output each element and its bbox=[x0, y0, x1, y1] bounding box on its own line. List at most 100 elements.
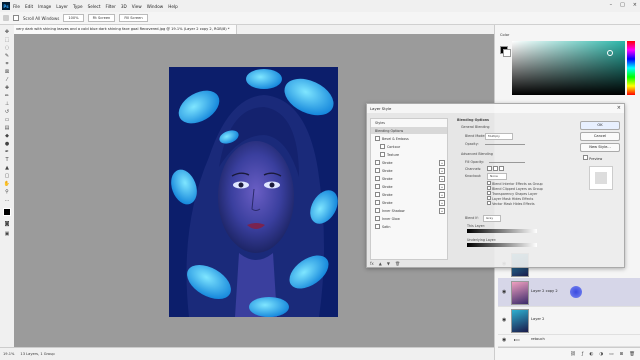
hand-tool-preset-icon[interactable] bbox=[3, 15, 9, 21]
fx-label[interactable]: fx bbox=[370, 261, 374, 266]
channel-checkboxes[interactable] bbox=[487, 166, 505, 172]
menu-image[interactable]: Image bbox=[38, 4, 51, 9]
brush-tool-icon[interactable]: ✏ bbox=[3, 93, 11, 99]
style-checkbox[interactable] bbox=[375, 224, 380, 230]
add-style-icon[interactable]: + bbox=[439, 176, 445, 182]
app-logo[interactable]: Ps bbox=[2, 2, 10, 10]
close-icon[interactable]: × bbox=[617, 105, 621, 111]
style-checkbox[interactable] bbox=[375, 192, 380, 198]
type-tool-icon[interactable]: T bbox=[3, 157, 11, 163]
underlying-layer-gradient[interactable] bbox=[467, 243, 537, 247]
menu-file[interactable]: File bbox=[13, 4, 20, 9]
opacity-slider[interactable] bbox=[485, 144, 525, 145]
trash-icon[interactable]: 🗑 bbox=[629, 352, 635, 357]
zoom-level[interactable]: 19.1% bbox=[3, 352, 14, 356]
style-checkbox[interactable] bbox=[375, 176, 380, 182]
layer-name[interactable]: Layer 2 bbox=[531, 317, 544, 321]
style-checkbox[interactable] bbox=[375, 200, 380, 206]
adjustment-layer-icon[interactable]: ◑ bbox=[599, 352, 603, 357]
menu-help[interactable]: Help bbox=[168, 4, 178, 9]
fx-icon[interactable]: ƒ bbox=[582, 352, 584, 357]
style-item[interactable]: Contour bbox=[371, 143, 447, 150]
style-item[interactable]: Stroke + bbox=[371, 175, 447, 182]
marquee-tool-icon[interactable]: ⬚ bbox=[3, 37, 11, 43]
path-select-tool-icon[interactable]: ▲ bbox=[3, 165, 11, 171]
blend-mode-select[interactable]: Multiply bbox=[485, 133, 513, 140]
color-picker-field[interactable] bbox=[512, 41, 625, 95]
frame-tool-icon[interactable]: ⊠ bbox=[3, 69, 11, 75]
new-layer-icon[interactable]: ⊞ bbox=[620, 352, 624, 357]
layer-name[interactable]: Layer 2 copy 2 bbox=[531, 289, 558, 293]
style-item[interactable]: Bevel & Emboss bbox=[371, 135, 447, 142]
preview-checkbox[interactable]: Preview bbox=[583, 155, 602, 161]
zoom-tool-icon[interactable]: ⚲ bbox=[3, 189, 11, 195]
eraser-tool-icon[interactable]: ▭ bbox=[3, 117, 11, 123]
color-swatch-icon[interactable] bbox=[500, 46, 511, 57]
style-item[interactable]: Stroke + bbox=[371, 167, 447, 174]
menu-view[interactable]: View bbox=[132, 4, 142, 9]
style-checkbox[interactable] bbox=[375, 160, 380, 166]
dodge-tool-icon[interactable]: ● bbox=[3, 141, 11, 147]
menu-select[interactable]: Select bbox=[88, 4, 101, 9]
style-checkbox[interactable] bbox=[375, 216, 380, 222]
layer-group-row[interactable]: ◉ ▸▭ retouch bbox=[498, 334, 640, 347]
style-item[interactable]: Inner Shadow + bbox=[371, 207, 447, 214]
minimize-icon[interactable]: – bbox=[610, 2, 613, 8]
crop-tool-icon[interactable]: ⌗ bbox=[3, 61, 11, 67]
zoom-100-button[interactable]: 100% bbox=[63, 14, 84, 22]
style-checkbox[interactable] bbox=[375, 208, 380, 214]
menu-edit[interactable]: Edit bbox=[25, 4, 33, 9]
fit-screen-button[interactable]: Fit Screen bbox=[87, 14, 116, 22]
this-layer-gradient[interactable] bbox=[467, 229, 537, 233]
menu-type[interactable]: Type bbox=[73, 4, 83, 9]
shape-tool-icon[interactable]: ▢ bbox=[3, 173, 11, 179]
style-item[interactable]: Stroke + bbox=[371, 183, 447, 190]
more-tools-icon[interactable]: … bbox=[3, 197, 11, 203]
document-tab[interactable]: very dark with shining leaves and a cold… bbox=[14, 25, 237, 34]
style-checkbox[interactable] bbox=[375, 168, 380, 174]
eye-icon[interactable]: ◉ bbox=[502, 337, 506, 343]
layer-name[interactable]: retouch bbox=[531, 337, 545, 341]
hue-slider[interactable] bbox=[627, 41, 635, 95]
add-style-icon[interactable]: + bbox=[439, 200, 445, 206]
quick-select-tool-icon[interactable]: ✎ bbox=[3, 53, 11, 59]
history-brush-tool-icon[interactable]: ↺ bbox=[3, 109, 11, 115]
style-item[interactable]: Stroke + bbox=[371, 199, 447, 206]
move-up-icon[interactable]: ▲ bbox=[379, 261, 382, 266]
fill-opacity-slider[interactable] bbox=[489, 162, 525, 163]
gradient-tool-icon[interactable]: ▤ bbox=[3, 125, 11, 131]
new-group-icon[interactable]: ▭ bbox=[609, 352, 613, 357]
close-window-icon[interactable]: × bbox=[633, 2, 637, 8]
move-down-icon[interactable]: ▼ bbox=[387, 261, 390, 266]
menu-layer[interactable]: Layer bbox=[56, 4, 68, 9]
clone-stamp-tool-icon[interactable]: ⊥ bbox=[3, 101, 11, 107]
eye-icon[interactable]: ◉ bbox=[502, 289, 506, 295]
menu-window[interactable]: Window bbox=[147, 4, 164, 9]
quick-mask-icon[interactable]: ◙ bbox=[3, 221, 11, 227]
mask-icon[interactable]: ◐ bbox=[589, 352, 593, 357]
color-panel-tab[interactable]: Color bbox=[500, 33, 509, 37]
lasso-tool-icon[interactable]: ◌ bbox=[3, 45, 11, 51]
delete-effect-icon[interactable]: 🗑 bbox=[395, 261, 400, 266]
style-checkbox[interactable] bbox=[380, 144, 385, 150]
cancel-button[interactable]: Cancel bbox=[580, 132, 620, 141]
style-item[interactable]: Texture bbox=[371, 151, 447, 158]
style-item[interactable]: Satin bbox=[371, 223, 447, 230]
eye-icon[interactable]: ◉ bbox=[502, 317, 506, 323]
move-tool-icon[interactable]: ✥ bbox=[3, 29, 11, 35]
hand-tool-icon[interactable]: ✋ bbox=[3, 181, 11, 187]
style-item-blending-options[interactable]: Blending Options bbox=[371, 127, 447, 135]
screen-mode-icon[interactable]: ▣ bbox=[3, 231, 11, 237]
ok-button[interactable]: OK bbox=[580, 121, 620, 130]
style-checkbox[interactable] bbox=[380, 152, 385, 158]
option-5[interactable]: Vector Mask Hides Effects bbox=[487, 201, 535, 206]
blur-tool-icon[interactable]: ◆ bbox=[3, 133, 11, 139]
scroll-all-windows-checkbox[interactable] bbox=[13, 15, 19, 21]
add-style-icon[interactable]: + bbox=[439, 168, 445, 174]
layer-row[interactable]: ◉ Layer 2 bbox=[498, 306, 640, 335]
dialog-titlebar[interactable]: Layer Style × bbox=[367, 104, 624, 113]
style-checkbox[interactable] bbox=[375, 136, 380, 142]
menu-3d[interactable]: 3D bbox=[121, 4, 127, 9]
pen-tool-icon[interactable]: ✒ bbox=[3, 149, 11, 155]
add-style-icon[interactable]: + bbox=[439, 208, 445, 214]
